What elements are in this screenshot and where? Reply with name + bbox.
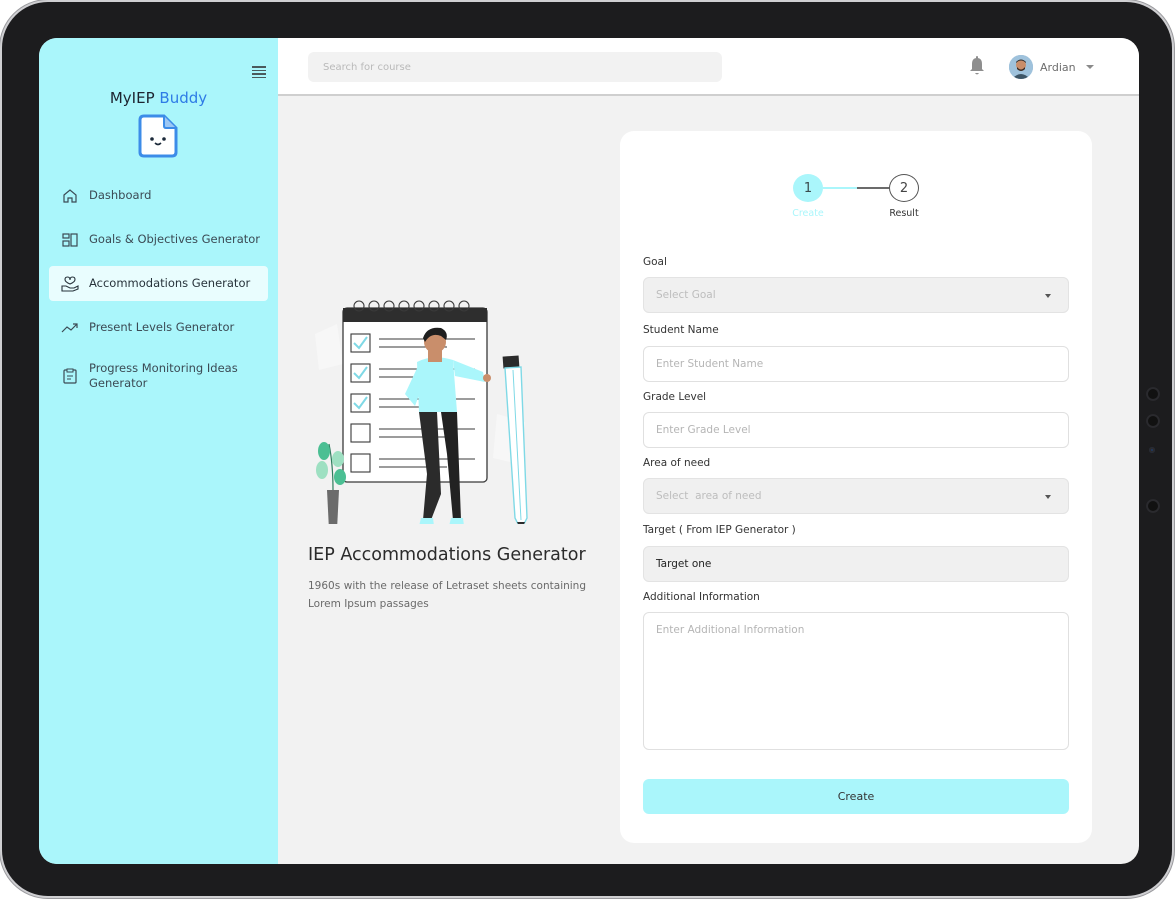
side-button [1146, 499, 1160, 513]
tablet-frame: MyIEP Buddy Dashboard Goals & Objectives… [2, 2, 1172, 896]
form-card: 1 2 Create Result Goal Select Goal Stude… [620, 131, 1092, 843]
document-logo-icon [138, 114, 178, 158]
student-name-input[interactable] [643, 346, 1069, 382]
sidebar-item-label: Present Levels Generator [89, 320, 235, 334]
grade-level-input[interactable] [643, 412, 1069, 448]
goal-label: Goal [643, 256, 667, 268]
sidebar-item-present-levels[interactable]: Present Levels Generator [49, 310, 268, 345]
stepper: 1 2 Create Result [620, 174, 1092, 224]
dropdown-arrow-icon [1045, 495, 1051, 499]
hamburger-icon[interactable] [252, 66, 266, 78]
side-button [1146, 414, 1160, 428]
bell-icon[interactable] [968, 56, 986, 76]
trending-up-icon [61, 319, 79, 337]
dropdown-arrow-icon [1045, 294, 1051, 298]
grade-level-label: Grade Level [643, 391, 707, 403]
target-label: Target ( From IEP Generator ) [643, 524, 796, 536]
step-2-label: Result [889, 208, 919, 219]
search-input[interactable] [308, 52, 722, 82]
sidebar-item-dashboard[interactable]: Dashboard [49, 178, 268, 213]
sidebar: MyIEP Buddy Dashboard Goals & Objectives… [39, 38, 278, 864]
create-button[interactable]: Create [643, 779, 1069, 814]
brand-accent: Buddy [159, 89, 208, 107]
sidebar-item-progress-monitoring[interactable]: Progress Monitoring Ideas Generator [49, 354, 268, 398]
sidebar-nav: Dashboard Goals & Objectives Generator A… [49, 178, 268, 407]
layout-icon [61, 231, 79, 249]
sidebar-item-label: Goals & Objectives Generator [89, 232, 261, 246]
goal-select[interactable]: Select Goal [643, 277, 1069, 313]
app-screen: MyIEP Buddy Dashboard Goals & Objectives… [39, 38, 1139, 864]
goal-select-value: Select Goal [656, 289, 716, 301]
hand-heart-icon [61, 275, 79, 293]
user-menu[interactable]: Ardian [1009, 55, 1094, 79]
page-title: IEP Accommodations Generator [308, 545, 586, 565]
chevron-down-icon [1085, 65, 1094, 69]
sidebar-item-label: Accommodations Generator [89, 276, 251, 290]
side-button [1146, 387, 1160, 401]
student-name-label: Student Name [643, 324, 719, 336]
step-1-label: Create [792, 208, 824, 219]
additional-info-textarea[interactable] [643, 612, 1069, 750]
stepper-line-done [823, 187, 857, 189]
sidebar-item-goals-objectives[interactable]: Goals & Objectives Generator [49, 222, 268, 257]
sidebar-item-accommodations[interactable]: Accommodations Generator [49, 266, 268, 301]
additional-info-label: Additional Information [643, 591, 760, 603]
brand-title: MyIEP Buddy [39, 89, 278, 107]
camera-dot [1149, 447, 1155, 453]
step-2-circle[interactable]: 2 [889, 174, 919, 202]
sidebar-item-label: Dashboard [89, 188, 152, 202]
stepper-line-pending [857, 187, 889, 189]
home-icon [61, 187, 79, 205]
user-name: Ardian [1040, 60, 1076, 74]
area-of-need-select[interactable]: Select area of need [643, 478, 1069, 514]
step-1-circle[interactable]: 1 [793, 174, 823, 202]
area-of-need-label: Area of need [643, 457, 711, 469]
sidebar-item-label: Progress Monitoring Ideas Generator [89, 361, 238, 390]
clipboard-icon [61, 367, 79, 385]
top-bar: Ardian [278, 38, 1139, 96]
target-value: Target one [656, 558, 712, 570]
area-of-need-select-value: Select area of need [656, 490, 762, 502]
brand-primary: MyIEP [109, 89, 155, 107]
page-description: 1960s with the release of Letraset sheet… [308, 580, 586, 610]
avatar [1009, 55, 1033, 79]
target-field[interactable]: Target one [643, 546, 1069, 582]
checklist-illustration [315, 300, 528, 524]
